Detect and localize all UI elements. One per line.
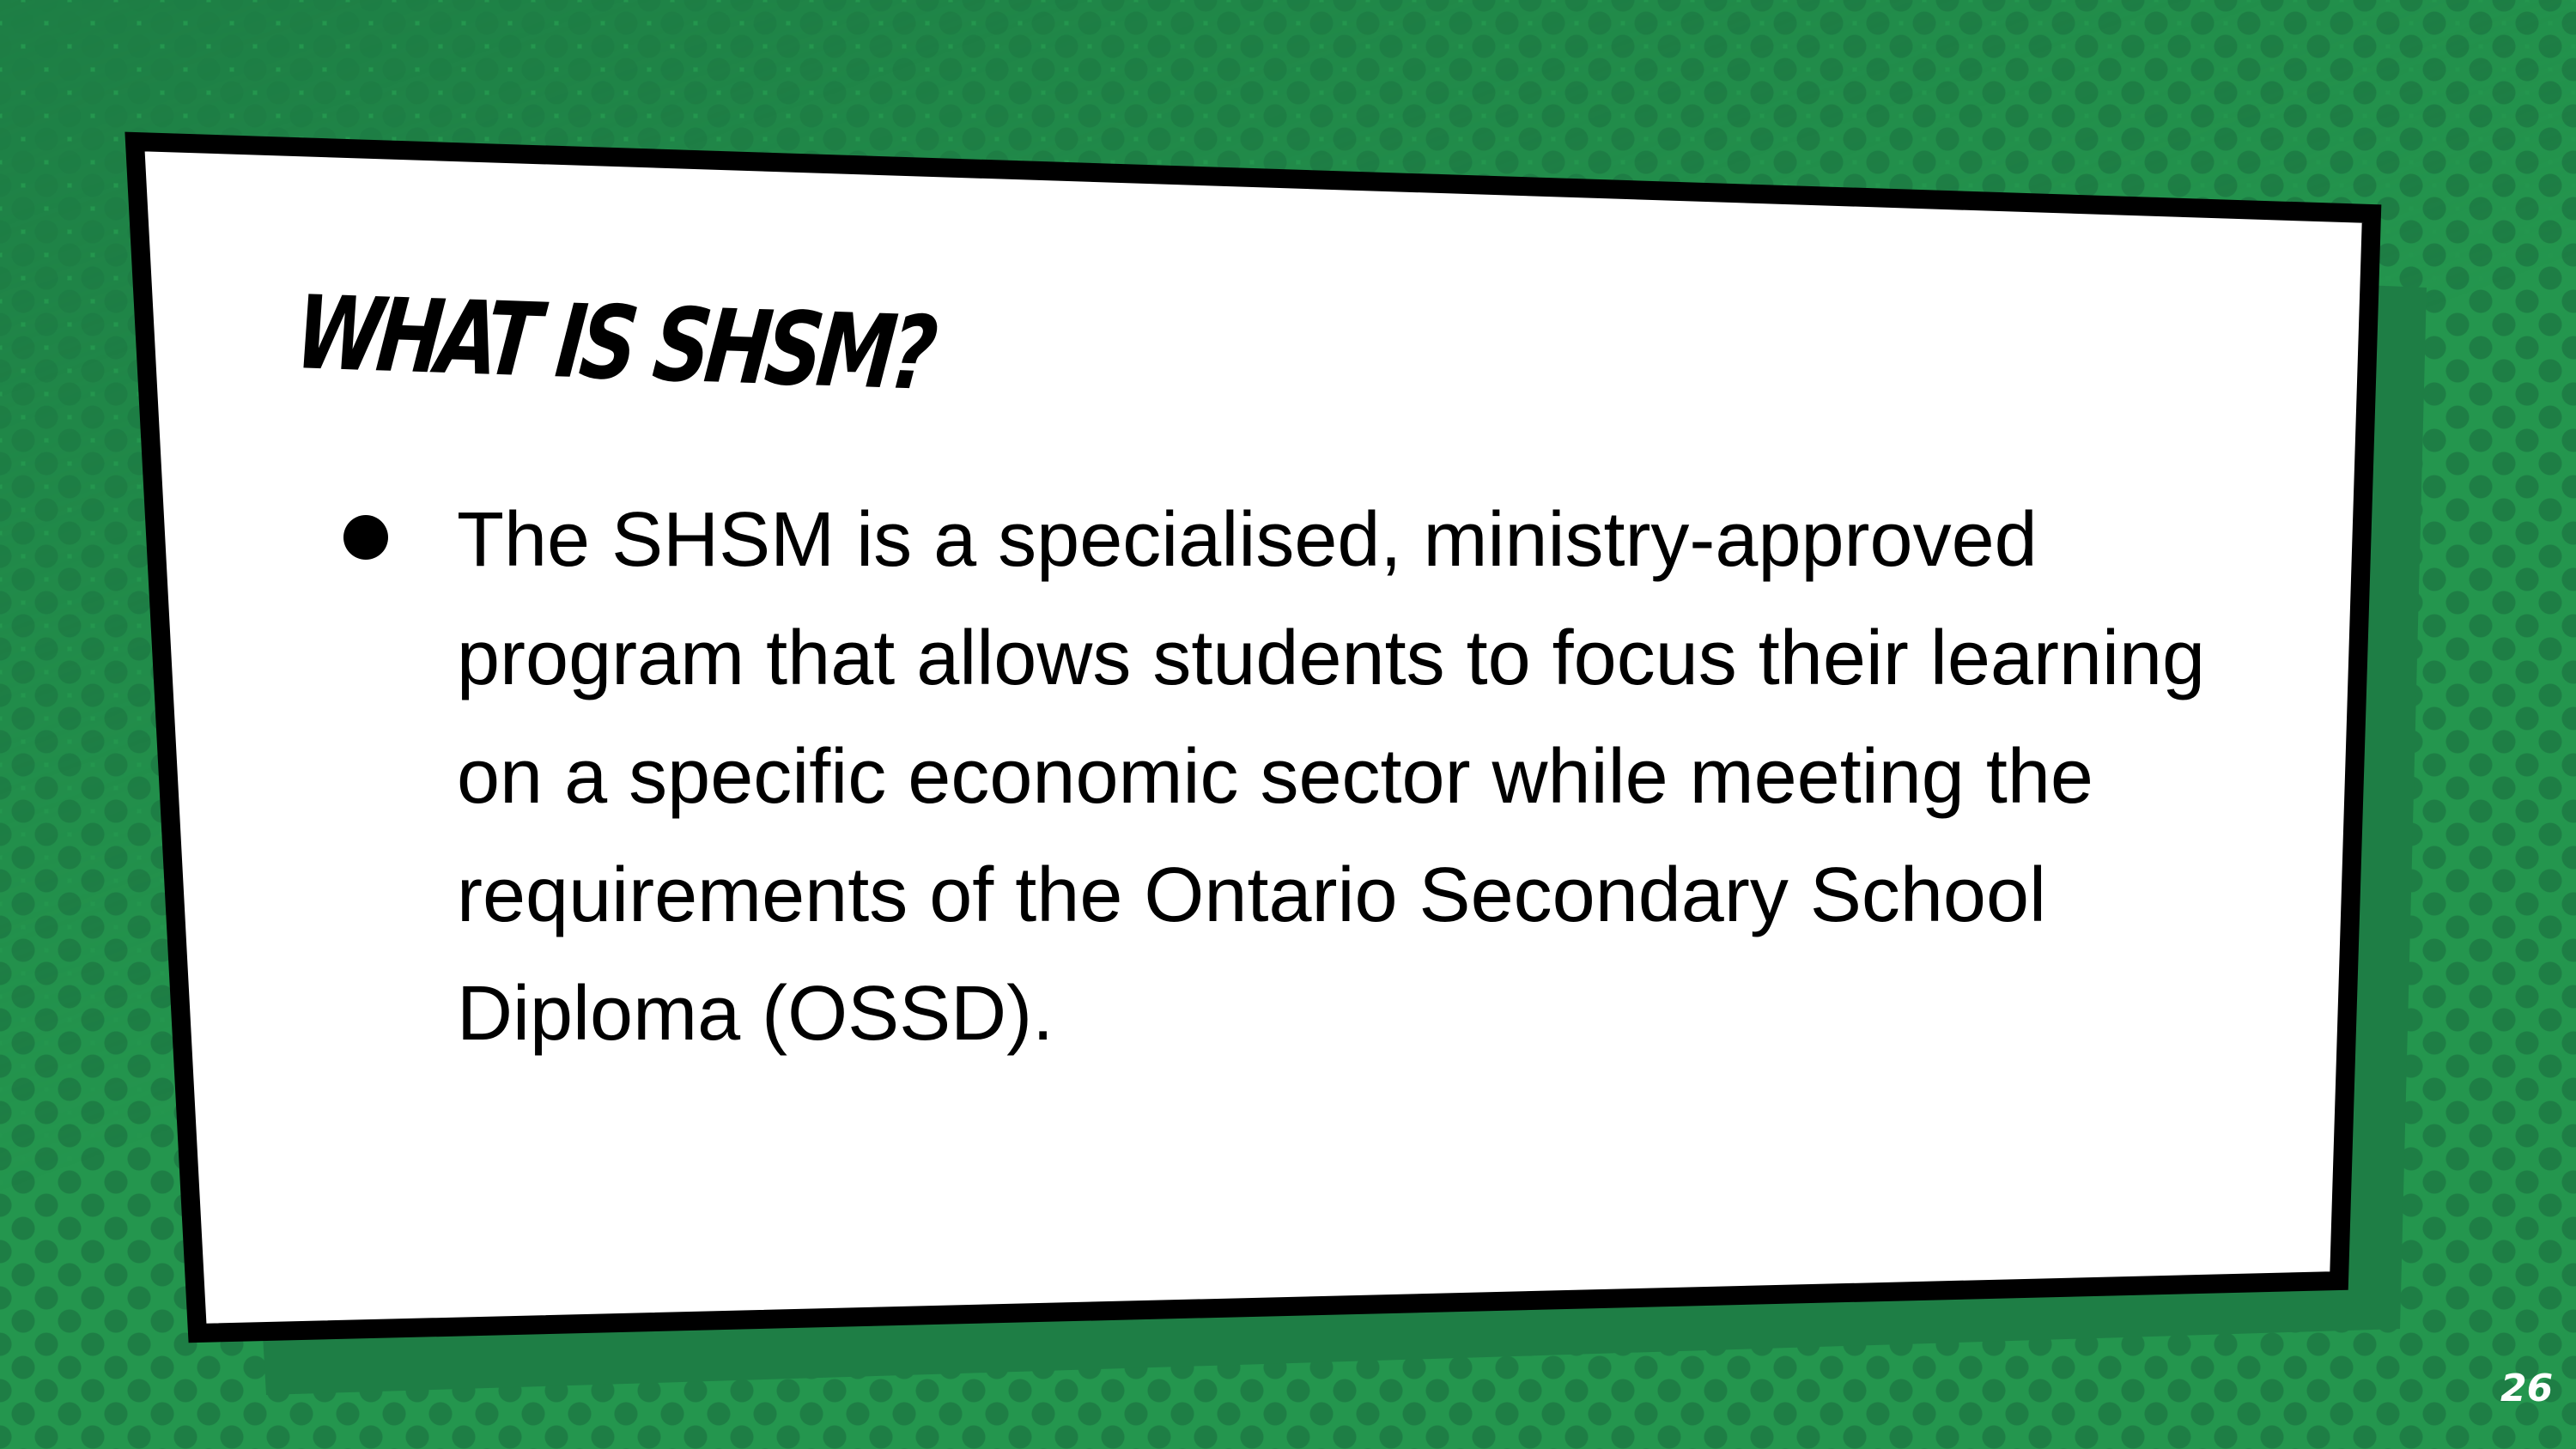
bullet-icon (343, 515, 388, 560)
slide-title: What is SHSM? (289, 273, 938, 413)
bullet-text: The SHSM is a specialised, ministry-appr… (457, 497, 2206, 1057)
page-number: 26 (2500, 1367, 2554, 1410)
